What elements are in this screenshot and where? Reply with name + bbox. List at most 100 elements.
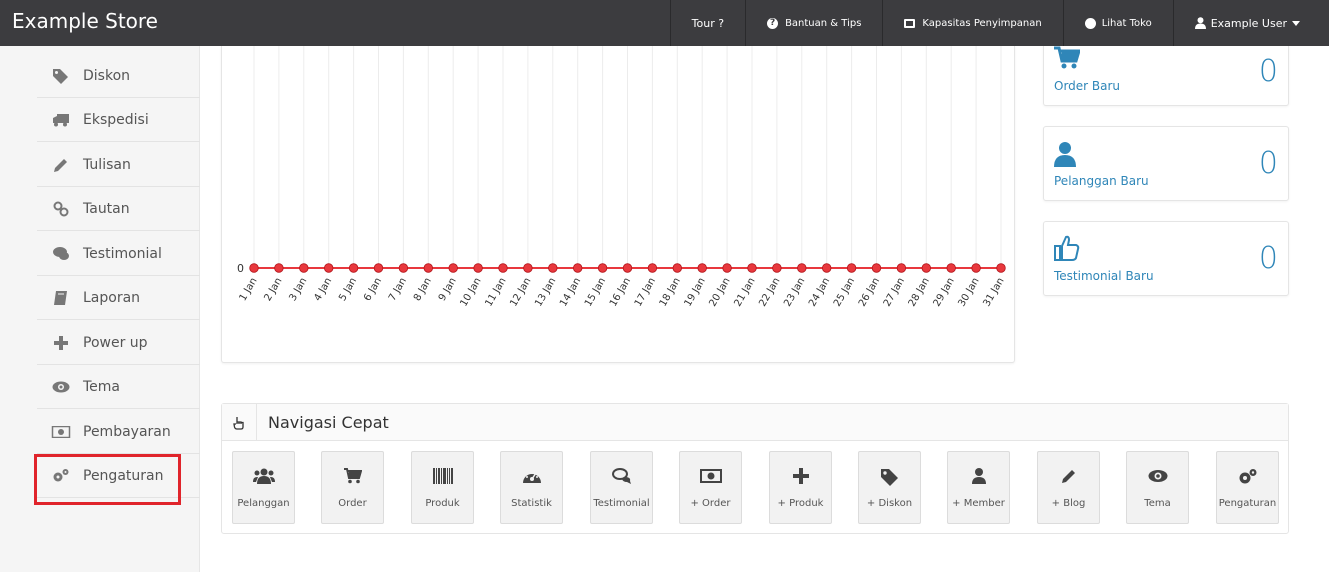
help-link[interactable]: ? Bantuan & Tips	[745, 0, 882, 46]
data-point[interactable]	[523, 263, 533, 273]
data-point[interactable]	[423, 263, 434, 273]
x-tick-label: 16 Jan	[608, 276, 633, 309]
brand-title[interactable]: Example Store	[12, 9, 158, 33]
stat-testimonial-baru[interactable]: Testimonial Baru 0	[1043, 221, 1289, 296]
quick-nav-add-produk-button[interactable]: + Produk	[769, 451, 832, 524]
data-point[interactable]	[249, 263, 259, 273]
data-point[interactable]	[448, 263, 458, 273]
data-point[interactable]	[622, 263, 633, 273]
quick-nav-header: Navigasi Cepat	[222, 404, 1288, 441]
data-point[interactable]	[373, 263, 384, 273]
quick-nav-produk-button[interactable]: Produk	[411, 451, 474, 524]
data-point[interactable]	[323, 263, 334, 273]
data-point[interactable]	[722, 263, 732, 273]
data-point[interactable]	[597, 263, 608, 273]
top-navbar: Example Store Tour ? ? Bantuan & Tips Kap…	[0, 0, 1329, 46]
quick-nav-pelanggan-button[interactable]: Pelanggan	[232, 451, 295, 524]
data-point[interactable]	[797, 263, 807, 273]
x-tick-label: 6 Jan	[362, 276, 384, 303]
x-tick-label: 1 Jan	[238, 276, 260, 303]
x-tick-label: 7 Jan	[387, 276, 409, 303]
truck-icon	[53, 113, 69, 126]
quick-nav-add-blog-button[interactable]: + Blog	[1037, 451, 1100, 524]
stat-order-baru[interactable]: Order Baru 0	[1043, 46, 1289, 106]
data-point[interactable]	[697, 263, 707, 273]
x-tick-label: 25 Jan	[832, 276, 857, 309]
sidebar-item-label: Pembayaran	[83, 423, 171, 440]
data-point[interactable]	[747, 263, 757, 273]
quick-nav-statistik-button[interactable]: Statistik	[500, 451, 563, 524]
x-tick-label: 9 Jan	[437, 276, 459, 303]
quick-nav-add-order-button[interactable]: + Order	[679, 451, 742, 524]
button-label: Pengaturan	[1218, 498, 1277, 509]
data-point[interactable]	[473, 263, 483, 273]
sidebar-item-diskon[interactable]: Diskon	[37, 54, 200, 98]
quick-nav-add-member-button[interactable]: + Member	[947, 451, 1010, 524]
data-point[interactable]	[299, 263, 309, 273]
data-point[interactable]	[871, 263, 882, 273]
data-point[interactable]	[971, 263, 981, 273]
sidebar-item-pembayaran[interactable]: Pembayaran	[37, 410, 200, 454]
x-tick-label: 28 Jan	[907, 276, 932, 309]
storage-link[interactable]: Kapasitas Penyimpanan	[882, 0, 1062, 46]
button-label: Statistik	[511, 498, 552, 509]
data-point[interactable]	[274, 263, 284, 273]
quick-nav-add-diskon-button[interactable]: + Diskon	[858, 451, 921, 524]
x-tick-label: 12 Jan	[508, 276, 533, 309]
quick-nav-testimonial-button[interactable]: Testimonial	[590, 451, 653, 524]
tags-icon	[859, 468, 920, 491]
link-icon	[53, 201, 69, 216]
data-point[interactable]	[921, 263, 932, 273]
x-tick-label: 15 Jan	[583, 276, 608, 309]
x-tick-label: 8 Jan	[412, 276, 434, 303]
data-point[interactable]	[672, 263, 683, 273]
data-point[interactable]	[846, 263, 857, 273]
money-icon	[51, 425, 71, 438]
line-chart: 01 Jan 2 Jan 3 Jan 4 Jan 5 Jan 6 Jan 7 Jan 8 Ja…	[237, 46, 1007, 309]
plus-icon	[770, 468, 831, 489]
sidebar-item-tema[interactable]: Tema	[37, 365, 200, 409]
data-point[interactable]	[996, 263, 1006, 273]
data-point[interactable]	[647, 263, 658, 273]
sidebar-item-ekspedisi[interactable]: Ekspedisi	[37, 98, 200, 142]
data-point[interactable]	[498, 263, 508, 273]
sidebar-item-tulisan[interactable]: Tulisan	[37, 143, 200, 187]
data-point[interactable]	[548, 263, 558, 273]
quick-nav-order-button[interactable]: Order	[321, 451, 384, 524]
quick-nav-title: Navigasi Cepat	[268, 413, 389, 432]
x-tick-label: 22 Jan	[757, 276, 782, 309]
data-point[interactable]	[896, 263, 907, 273]
x-tick-label: 31 Jan	[981, 276, 1006, 309]
data-point[interactable]	[822, 263, 832, 273]
button-label: + Blog	[1051, 498, 1086, 509]
x-tick-label: 24 Jan	[807, 276, 832, 309]
quick-nav-pengaturan-button[interactable]: Pengaturan	[1216, 451, 1279, 524]
sidebar-item-testimonial[interactable]: Testimonial	[37, 232, 200, 276]
data-point[interactable]	[573, 263, 583, 273]
data-point[interactable]	[398, 263, 409, 273]
x-tick-label: 2 Jan	[262, 276, 284, 303]
sidebar-item-laporan[interactable]: Laporan	[37, 276, 200, 320]
hand-pointer-icon	[222, 404, 257, 441]
data-point[interactable]	[772, 263, 782, 273]
data-point[interactable]	[348, 263, 359, 273]
quick-nav-tema-button[interactable]: Tema	[1126, 451, 1189, 524]
cart-icon	[322, 468, 383, 489]
user-menu[interactable]: Example User	[1172, 0, 1329, 46]
button-label: + Order	[690, 498, 731, 509]
sidebar-item-label: Laporan	[83, 289, 141, 306]
sidebar-item-power-up[interactable]: Power up	[37, 321, 200, 365]
sidebar-item-label: Power up	[83, 334, 148, 351]
tour-link[interactable]: Tour ?	[669, 0, 745, 46]
sidebar-item-tautan[interactable]: Tautan	[37, 187, 200, 231]
money-icon	[680, 468, 741, 488]
button-label: Testimonial	[593, 498, 650, 509]
view-store-link[interactable]: Lihat Toko	[1062, 0, 1173, 46]
stat-pelanggan-baru[interactable]: Pelanggan Baru 0	[1043, 126, 1289, 201]
data-point[interactable]	[946, 263, 956, 273]
user-label: Example User	[1210, 16, 1287, 30]
x-tick-label: 3 Jan	[287, 276, 309, 303]
button-label: Tema	[1144, 498, 1171, 509]
button-label: + Member	[952, 498, 1005, 509]
user-icon	[1194, 17, 1206, 29]
